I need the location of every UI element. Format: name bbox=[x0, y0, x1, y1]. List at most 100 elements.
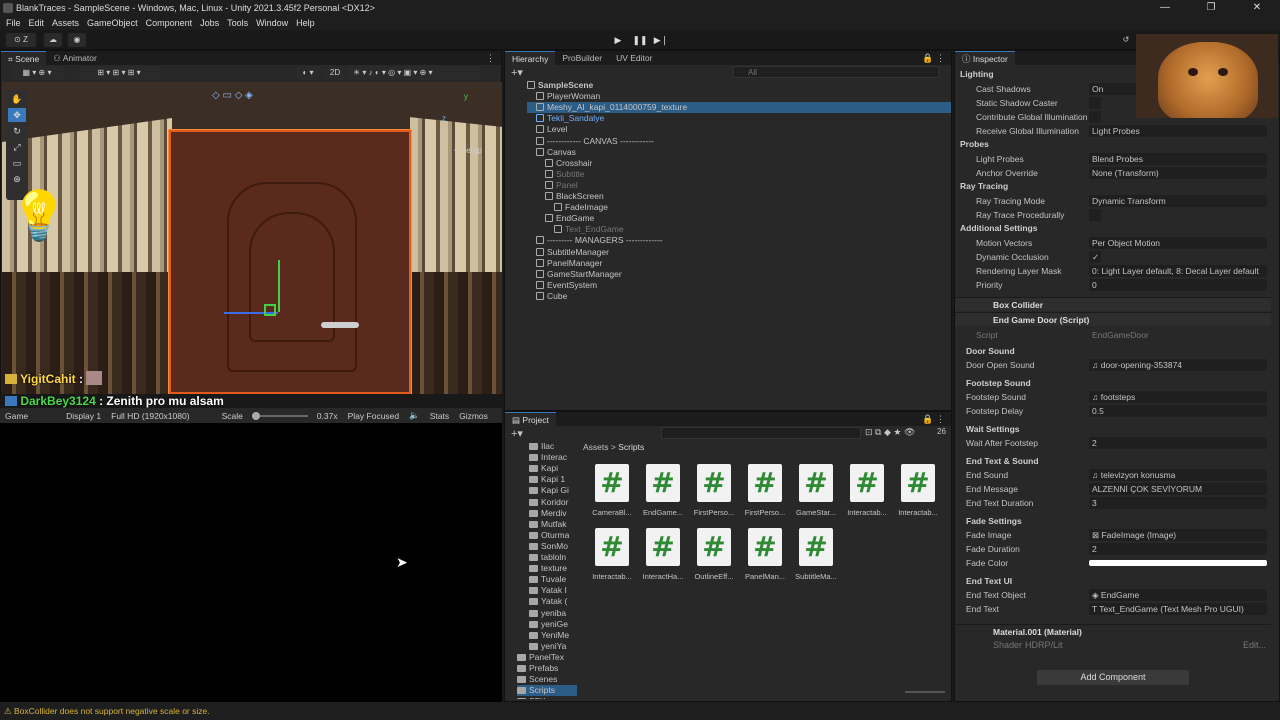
field-value[interactable]: 0 bbox=[1089, 279, 1267, 291]
audio-icon[interactable]: 🔈 bbox=[404, 410, 425, 421]
inspector-field[interactable]: End Text Duration 3 bbox=[955, 497, 1273, 510]
script-asset[interactable]: # OutlineEff... bbox=[691, 528, 737, 590]
menu-help[interactable]: Help bbox=[292, 18, 319, 28]
rotate-tool-icon[interactable]: ↻ bbox=[8, 124, 26, 138]
menu-file[interactable]: File bbox=[2, 18, 25, 28]
hierarchy-item[interactable]: ------------ CANVAS ------------ bbox=[536, 136, 947, 147]
folder-item[interactable]: yeniGe bbox=[529, 619, 568, 630]
game-tab[interactable]: Game bbox=[0, 411, 33, 421]
hierarchy-item[interactable]: Subtitle bbox=[545, 169, 947, 180]
history-icon[interactable]: ↺ bbox=[1118, 33, 1134, 47]
field-value[interactable]: 2 bbox=[1089, 543, 1267, 555]
gizmos-button[interactable]: Gizmos bbox=[454, 411, 493, 421]
folder-item[interactable]: Oturma bbox=[529, 530, 569, 541]
maximize-button[interactable]: ❐ bbox=[1188, 0, 1234, 16]
hierarchy-item[interactable]: --------- MANAGERS ------------- bbox=[536, 235, 947, 246]
field-value[interactable] bbox=[1089, 209, 1101, 221]
folder-item[interactable]: yeniba bbox=[529, 608, 566, 619]
inspector-field[interactable]: Door Open Sound ♫ door-opening-353874 bbox=[955, 359, 1273, 372]
hierarchy-item[interactable]: SampleScene bbox=[527, 80, 947, 91]
field-value[interactable]: T Text_EndGame (Text Mesh Pro UGUI) bbox=[1089, 603, 1267, 615]
orientation-gizmo[interactable]: y z < Persp bbox=[440, 92, 498, 155]
scale-slider-thumb[interactable] bbox=[251, 411, 260, 420]
field-value[interactable]: ♫ footsteps bbox=[1089, 391, 1267, 403]
hierarchy-item[interactable]: Canvas bbox=[536, 147, 947, 158]
field-value[interactable]: ✓ bbox=[1089, 251, 1101, 263]
field-value[interactable]: 3 bbox=[1089, 497, 1267, 509]
inspector-field[interactable]: Ray Tracing Mode Dynamic Transform bbox=[955, 195, 1273, 208]
field-value[interactable]: None (Transform) bbox=[1089, 167, 1267, 179]
script-asset[interactable]: # PanelMan... bbox=[742, 528, 788, 590]
hierarchy-item[interactable]: PlayerWoman bbox=[536, 91, 947, 102]
inspector-field[interactable]: Motion Vectors Per Object Motion bbox=[955, 237, 1273, 250]
folder-item[interactable]: PanelTex bbox=[517, 652, 564, 663]
inspector-field[interactable]: Fade Duration 2 bbox=[955, 543, 1273, 556]
folder-item[interactable]: Prefabs bbox=[517, 663, 558, 674]
add-icon[interactable]: +▾ bbox=[511, 66, 523, 79]
inspector-field[interactable]: End Text Object ◈ EndGame bbox=[955, 589, 1273, 602]
folder-item[interactable]: SonMo bbox=[529, 541, 568, 552]
menu-tools[interactable]: Tools bbox=[223, 18, 252, 28]
field-value[interactable]: ◈ EndGame bbox=[1089, 589, 1267, 601]
folder-item[interactable]: YeniMe bbox=[529, 630, 569, 641]
inspector-field[interactable]: Ray Trace Procedurally bbox=[955, 209, 1273, 222]
inspector-field[interactable]: Footstep Sound ♫ footsteps bbox=[955, 391, 1273, 404]
collab-icon[interactable]: ◉ bbox=[68, 33, 86, 47]
inspector-section-title[interactable]: Additional Settings bbox=[960, 223, 1037, 233]
script-asset[interactable]: # GameStar... bbox=[793, 464, 839, 526]
folder-item[interactable]: Yatak ( bbox=[529, 596, 567, 607]
field-value[interactable] bbox=[1089, 560, 1267, 566]
folder-item[interactable]: Kapi bbox=[529, 463, 558, 474]
field-value[interactable] bbox=[1089, 97, 1101, 109]
tab-hierarchy[interactable]: Hierarchy bbox=[505, 51, 556, 65]
hierarchy-item[interactable]: Crosshair bbox=[545, 158, 947, 169]
status-message[interactable]: ⚠ BoxCollider does not support negative … bbox=[4, 706, 210, 716]
gizmo-y-axis[interactable] bbox=[278, 260, 280, 312]
hierarchy-item[interactable]: GameStartManager bbox=[536, 269, 947, 280]
move-tool-icon[interactable]: ✥ bbox=[8, 108, 26, 122]
script-asset[interactable]: # FirstPerso... bbox=[742, 464, 788, 526]
cloud-icon[interactable]: ☁ bbox=[44, 33, 62, 47]
folder-item[interactable]: Interac bbox=[529, 452, 567, 463]
pause-button[interactable]: ❚❚ bbox=[631, 33, 649, 47]
hierarchy-search-input[interactable] bbox=[733, 66, 939, 78]
inspector-field[interactable]: Light Probes Blend Probes bbox=[955, 153, 1273, 166]
field-value[interactable]: ♫ door-opening-353874 bbox=[1089, 359, 1267, 371]
folder-item[interactable]: Mutfak bbox=[529, 519, 567, 530]
add-component-button[interactable]: Add Component bbox=[1037, 670, 1189, 685]
box-collider-header[interactable]: Box Collider bbox=[955, 297, 1271, 311]
hand-tool-icon[interactable]: ✋ bbox=[8, 92, 26, 106]
hierarchy-item[interactable]: Panel bbox=[545, 180, 947, 191]
door-object[interactable] bbox=[169, 130, 411, 394]
tab-probuilder[interactable]: ProBuilder bbox=[555, 51, 609, 65]
inspector-section-title[interactable]: Probes bbox=[960, 139, 989, 149]
menu-assets[interactable]: Assets bbox=[48, 18, 83, 28]
folder-item[interactable]: Kapi 1 bbox=[529, 474, 565, 485]
scene-view-options[interactable]: ☀ ▾ ♪ ◐ ▾ ◎ ▾ ▣ ▾ ⊕ ▾ bbox=[349, 66, 479, 80]
more-icon[interactable]: ⋮ bbox=[486, 51, 501, 65]
field-value[interactable] bbox=[1089, 111, 1101, 123]
folder-item[interactable]: Yatak I bbox=[529, 585, 567, 596]
inspector-section-title[interactable]: Lighting bbox=[960, 69, 994, 79]
menu-jobs[interactable]: Jobs bbox=[196, 18, 223, 28]
hierarchy-item[interactable]: Meshy_AI_kapi_0114000759_texture bbox=[527, 102, 951, 114]
project-search-input[interactable] bbox=[661, 427, 861, 439]
field-value[interactable]: ♫ televizyon konusma bbox=[1089, 469, 1267, 481]
account-button[interactable]: ⊙ Z bbox=[6, 33, 36, 47]
field-value[interactable]: Dynamic Transform bbox=[1089, 195, 1267, 207]
tab-uv-editor[interactable]: UV Editor bbox=[609, 51, 659, 65]
display-dropdown[interactable]: Display 1 bbox=[61, 411, 106, 421]
probuilder-tools[interactable]: ◇ ▭ ◇ ◈ bbox=[212, 90, 292, 104]
folder-item[interactable]: Koridor bbox=[529, 497, 568, 508]
shading-mode-button[interactable]: ◐ ▾ bbox=[297, 66, 319, 80]
inspector-field[interactable]: Rendering Layer Mask 0: Light Layer defau… bbox=[955, 265, 1273, 278]
inspector-field[interactable]: Receive Global Illumination Light Probes bbox=[955, 125, 1273, 138]
stats-button[interactable]: Stats bbox=[425, 411, 454, 421]
hierarchy-item[interactable]: SubtitleManager bbox=[536, 247, 947, 258]
tab-inspector[interactable]: ⓘ Inspector bbox=[955, 51, 1015, 65]
lock-icon[interactable]: 🔒 ⋮ bbox=[922, 412, 951, 426]
inspector-field[interactable]: Dynamic Occlusion ✓ bbox=[955, 251, 1273, 264]
script-asset[interactable]: # Interactab... bbox=[895, 464, 941, 526]
menu-edit[interactable]: Edit bbox=[25, 18, 49, 28]
folder-item[interactable]: Kapi Gi bbox=[529, 485, 569, 496]
